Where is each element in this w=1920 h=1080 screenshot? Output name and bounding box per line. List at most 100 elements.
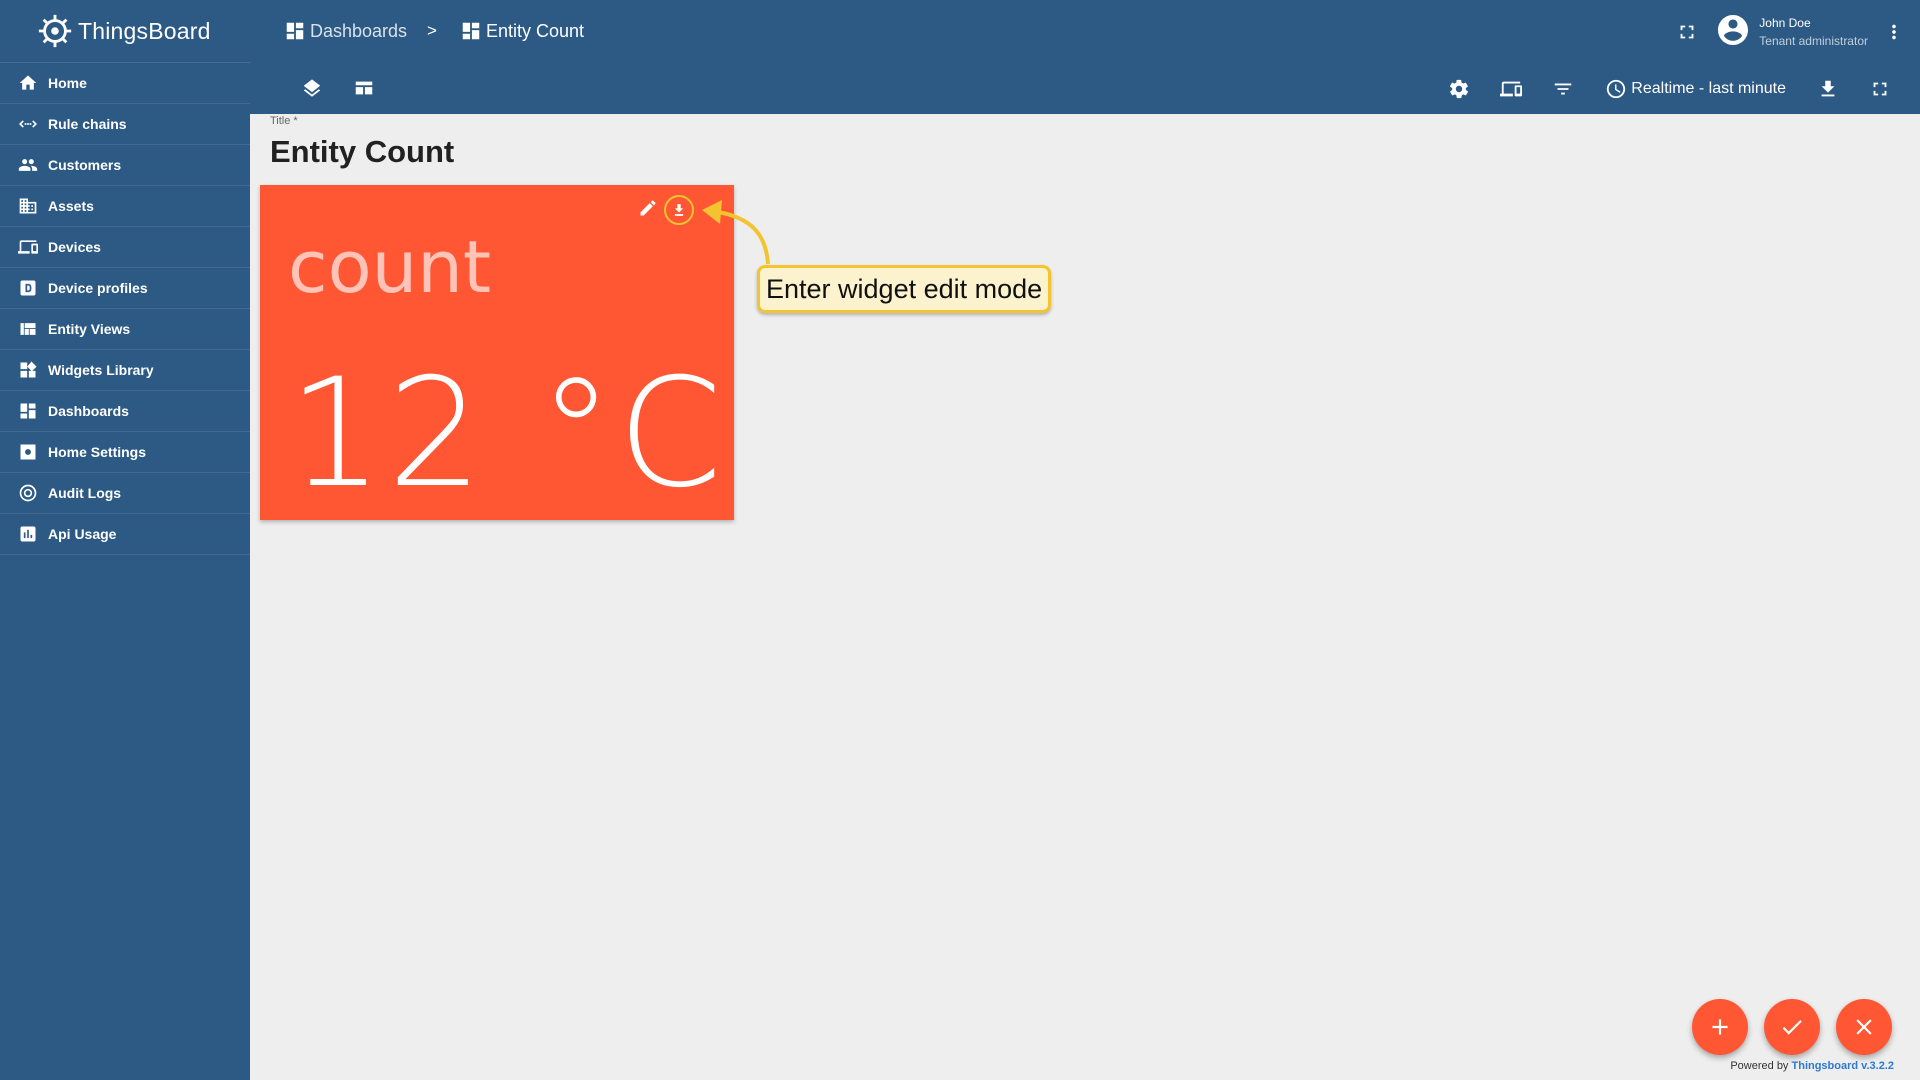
sidebar-item-audit-logs[interactable]: Audit Logs: [0, 473, 250, 514]
widget-actions: [638, 195, 694, 225]
dashboards-icon: [462, 22, 480, 40]
sidebar-item-home-settings[interactable]: Home Settings: [0, 432, 250, 473]
sidebar-item-label: Entity Views: [48, 321, 131, 337]
fullscreen-icon: [1680, 25, 1694, 39]
layout-icon: [355, 81, 373, 95]
breadcrumb-current: Entity Count: [460, 20, 584, 42]
customers-icon: [18, 155, 38, 175]
sidebar-item-device-profiles[interactable]: Device profiles: [0, 268, 250, 309]
add-widget-button[interactable]: [1692, 999, 1748, 1055]
assets-icon: [18, 196, 38, 216]
powered-by: Powered by Thingsboard v.3.2.2: [1730, 1060, 1894, 1072]
entity-count-widget[interactable]: count 12 °C: [260, 185, 734, 521]
download-icon: [674, 204, 684, 216]
sidebar-item-customers[interactable]: Customers: [0, 145, 250, 186]
manage-layers-button[interactable]: [292, 68, 332, 108]
widget-title: count: [288, 225, 492, 309]
sidebar-item-label: Customers: [48, 157, 122, 173]
toolbar-left: [292, 68, 384, 108]
sidebar-item-label: Api Usage: [48, 526, 117, 542]
callout-arrow-icon: [702, 200, 770, 265]
check-icon: [1782, 1020, 1802, 1035]
more-menu-button[interactable]: [1874, 12, 1914, 52]
more-vert-icon: [1892, 24, 1896, 40]
user-role: Tenant administrator: [1759, 34, 1868, 48]
title-field-label: Title *: [270, 115, 298, 127]
settings-icon: [18, 442, 38, 462]
widget-value: 12 °C: [288, 347, 727, 521]
export-button[interactable]: [1808, 69, 1848, 109]
breadcrumb-parent-label: Dashboards: [310, 20, 408, 41]
toolbar-right: Realtime - last minute: [1439, 69, 1900, 109]
sidebar-item-label: Dashboards: [48, 403, 129, 419]
version-link[interactable]: Thingsboard v.3.2.2: [1792, 1060, 1895, 1072]
tooltip-text: Enter widget edit mode: [766, 273, 1043, 304]
gear-icon: [1450, 79, 1469, 99]
layers-icon: [303, 79, 321, 97]
sidebar-item-label: Rule chains: [48, 116, 127, 132]
entity-views-icon: [18, 319, 38, 339]
sidebar-item-label: Devices: [48, 239, 101, 255]
decline-changes-button[interactable]: [1836, 999, 1892, 1055]
sidebar-item-label: Home: [48, 75, 87, 91]
sidebar-item-dashboards[interactable]: Dashboards: [0, 391, 250, 432]
download-icon: [1821, 80, 1835, 97]
export-widget-button[interactable]: [664, 195, 694, 225]
account-circle-icon: [1715, 12, 1751, 53]
user-menu[interactable]: John Doe Tenant administrator: [1715, 12, 1868, 53]
plus-icon: [1712, 1019, 1728, 1035]
dashboard-fullscreen-button[interactable]: [1860, 69, 1900, 109]
clock-icon: [1607, 79, 1626, 99]
thingsboard-logo-icon: [38, 14, 72, 48]
apply-changes-button[interactable]: [1764, 999, 1820, 1055]
fullscreen-icon: [1873, 82, 1887, 96]
entity-aliases-button[interactable]: [1491, 69, 1531, 109]
sidebar-item-label: Device profiles: [48, 280, 148, 296]
sidebar-item-label: Audit Logs: [48, 485, 122, 501]
device-profiles-icon: [18, 278, 38, 298]
dashboards-icon: [286, 22, 304, 40]
pencil-icon: [640, 200, 656, 215]
devices-icon: [1500, 81, 1523, 97]
sidebar: ThingsBoard Home Rule chains Customers A…: [0, 0, 250, 1080]
dashboard-title-input[interactable]: Entity Count: [270, 134, 454, 170]
breadcrumb-current-label: Entity Count: [486, 20, 585, 41]
timewindow-button[interactable]: Realtime - last minute: [1595, 78, 1796, 100]
timewindow-label: Realtime - last minute: [1631, 80, 1786, 97]
edit-widget-button[interactable]: [638, 198, 658, 223]
sidebar-item-label: Assets: [48, 198, 94, 214]
sidebar-item-widgets-library[interactable]: Widgets Library: [0, 350, 250, 391]
sidebar-item-api-usage[interactable]: Api Usage: [0, 514, 250, 555]
filter-icon: [1555, 83, 1572, 95]
fullscreen-button[interactable]: [1667, 12, 1707, 52]
top-right-actions: John Doe Tenant administrator: [1667, 0, 1920, 64]
user-info: John Doe Tenant administrator: [1759, 14, 1868, 50]
sidebar-item-rule-chains[interactable]: Rule chains: [0, 104, 250, 145]
dashboards-icon: [18, 401, 38, 421]
sidebar-item-label: Widgets Library: [48, 362, 154, 378]
sidebar-item-label: Home Settings: [48, 444, 147, 460]
breadcrumb-separator: >: [427, 21, 437, 40]
powered-by-text: Powered by: [1730, 1060, 1789, 1072]
sidebar-item-devices[interactable]: Devices: [0, 227, 250, 268]
sidebar-item-entity-views[interactable]: Entity Views: [0, 309, 250, 350]
dashboard-settings-button[interactable]: [1439, 69, 1479, 109]
devices-icon: [18, 237, 38, 257]
tutorial-tooltip: Enter widget edit mode: [757, 265, 1052, 313]
rule-chains-icon: [18, 114, 38, 134]
close-icon: [1856, 1019, 1872, 1035]
api-usage-icon: [18, 524, 38, 544]
home-icon: [18, 73, 38, 93]
filters-button[interactable]: [1543, 69, 1583, 109]
sidebar-item-assets[interactable]: Assets: [0, 186, 250, 227]
breadcrumb-dashboards[interactable]: Dashboards: [284, 20, 407, 42]
audit-logs-icon: [18, 483, 38, 503]
sidebar-nav: Home Rule chains Customers Assets Device…: [0, 63, 250, 555]
manage-layouts-button[interactable]: [344, 68, 384, 108]
brand-name: ThingsBoard: [78, 17, 211, 44]
sidebar-item-home[interactable]: Home: [0, 63, 250, 104]
dashboard-toolbar: Realtime - last minute: [250, 64, 1920, 114]
brand[interactable]: ThingsBoard: [0, 0, 250, 63]
user-name: John Doe: [1759, 16, 1811, 30]
top-bar: Dashboards > Entity Count John Doe Tenan…: [250, 0, 1920, 64]
